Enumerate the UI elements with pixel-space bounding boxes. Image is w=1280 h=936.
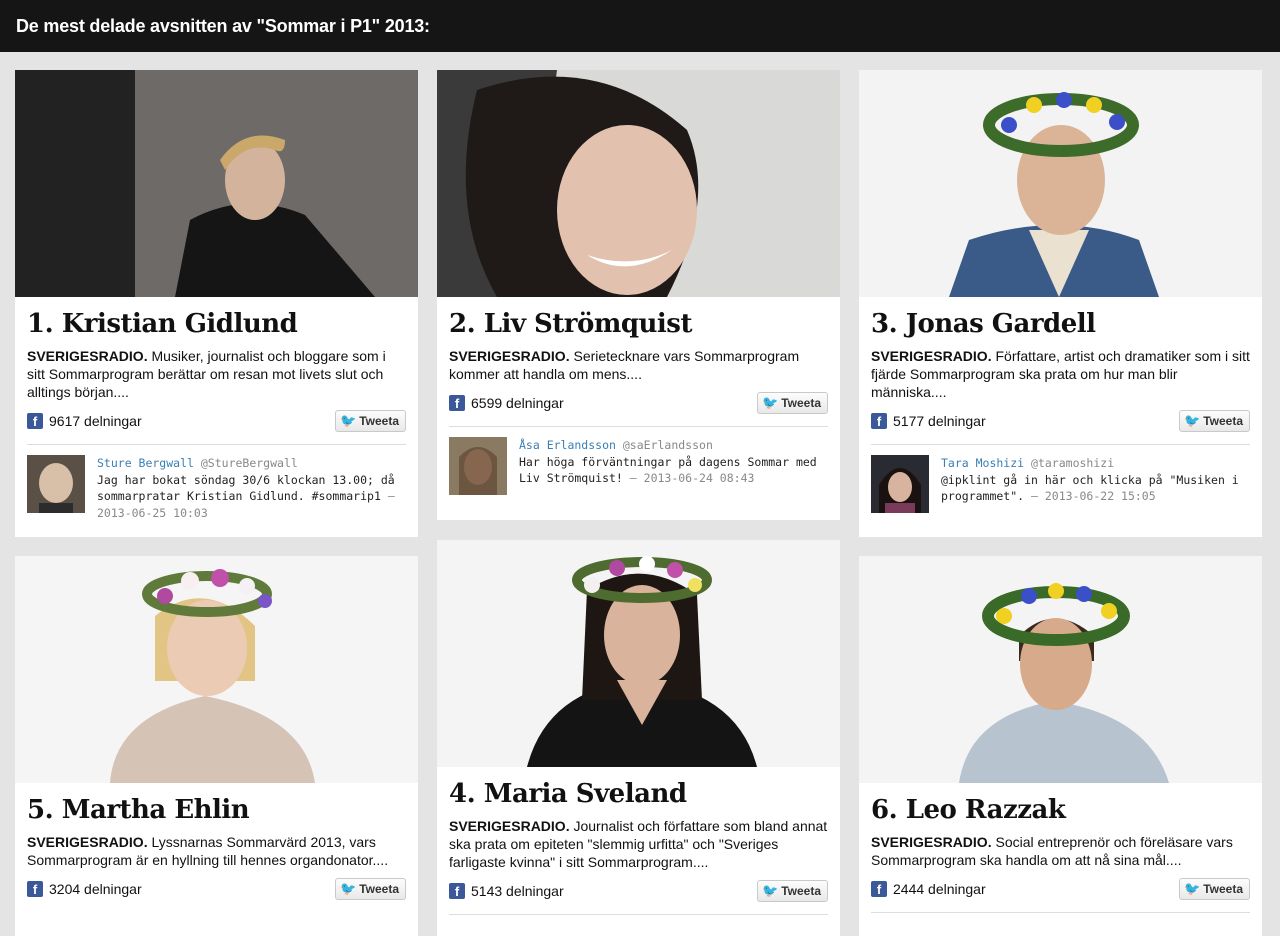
facebook-icon: f [871, 413, 887, 429]
divider [449, 914, 828, 915]
share-count-text: 5143 delningar [471, 883, 564, 899]
portrait-photo[interactable] [437, 540, 840, 767]
twitter-bird-icon: 🐦 [340, 413, 357, 428]
share-count-text: 3204 delningar [49, 881, 142, 897]
page-title: De mest delade avsnitten av "Sommar i P1… [16, 15, 430, 36]
portrait-photo[interactable] [859, 70, 1262, 297]
facebook-share-count[interactable]: f 2444 delningar [871, 881, 986, 897]
episode-title[interactable]: 5. Martha Ehlin [27, 795, 406, 825]
twitter-bird-icon: 🐦 [762, 395, 779, 410]
tweet-user[interactable]: Åsa Erlandsson [519, 438, 616, 452]
source-label: SVERIGESRADIO. [871, 348, 992, 364]
portrait-photo[interactable] [859, 556, 1262, 783]
episode-title[interactable]: 3. Jonas Gardell [871, 309, 1250, 339]
facebook-share-count[interactable]: f 5177 delningar [871, 413, 986, 429]
episode-card-5[interactable]: 5. Martha Ehlin SVERIGESRADIO. Lyssnarna… [15, 556, 418, 936]
episode-description: SVERIGESRADIO. Musiker, journalist och b… [27, 347, 406, 401]
episode-card-1[interactable]: 1. Kristian Gidlund SVERIGESRADIO. Musik… [15, 70, 418, 537]
tweet-button[interactable]: 🐦 Tweeta [757, 880, 828, 902]
tweet-button-label: Tweeta [359, 882, 399, 896]
facebook-icon: f [27, 413, 43, 429]
tweet-handle[interactable]: @taramoshizi [1031, 456, 1114, 470]
twitter-bird-icon: 🐦 [762, 883, 779, 898]
tweet-button-label: Tweeta [1203, 414, 1243, 428]
facebook-share-count[interactable]: f 6599 delningar [449, 395, 564, 411]
avatar[interactable] [871, 455, 929, 513]
tweet-button-label: Tweeta [359, 414, 399, 428]
divider [871, 912, 1250, 913]
twitter-bird-icon: 🐦 [1184, 881, 1201, 896]
avatar[interactable] [449, 437, 507, 495]
facebook-icon: f [27, 881, 43, 897]
episode-title[interactable]: 4. Maria Sveland [449, 779, 828, 809]
tweet-handle[interactable]: @StureBergwall [201, 456, 298, 470]
tweet-time[interactable]: – 2013-06-24 08:43 [630, 471, 755, 485]
twitter-bird-icon: 🐦 [340, 881, 357, 896]
tweet-text: Jag har bokat söndag 30/6 klockan 13.00;… [97, 472, 395, 504]
share-count-text: 9617 delningar [49, 413, 142, 429]
tweet-user[interactable]: Sture Bergwall [97, 456, 194, 470]
portrait-photo[interactable] [15, 556, 418, 783]
share-count-text: 2444 delningar [893, 881, 986, 897]
tweet-button[interactable]: 🐦 Tweeta [335, 410, 406, 432]
facebook-icon: f [871, 881, 887, 897]
tweet-button-label: Tweeta [1203, 882, 1243, 896]
episode-card-3[interactable]: 3. Jonas Gardell SVERIGESRADIO. Författa… [859, 70, 1262, 537]
episode-title[interactable]: 1. Kristian Gidlund [27, 309, 406, 339]
episode-description: SVERIGESRADIO. Social entreprenör och fö… [871, 833, 1250, 869]
source-label: SVERIGESRADIO. [27, 834, 148, 850]
source-label: SVERIGESRADIO. [27, 348, 148, 364]
featured-tweet: Åsa Erlandsson @saErlandsson Har höga fö… [449, 427, 828, 505]
share-count-text: 5177 delningar [893, 413, 986, 429]
facebook-share-count[interactable]: f 3204 delningar [27, 881, 142, 897]
tweet-button[interactable]: 🐦 Tweeta [757, 392, 828, 414]
tweet-button[interactable]: 🐦 Tweeta [335, 878, 406, 900]
source-label: SVERIGESRADIO. [449, 818, 570, 834]
facebook-share-count[interactable]: f 9617 delningar [27, 413, 142, 429]
featured-tweet: Tara Moshizi @taramoshizi @ipklint gå in… [871, 445, 1250, 523]
episode-description: SVERIGESRADIO. Lyssnarnas Sommarvärd 201… [27, 833, 406, 869]
share-count-text: 6599 delningar [471, 395, 564, 411]
episode-description: SVERIGESRADIO. Serietecknare vars Sommar… [449, 347, 828, 383]
portrait-photo[interactable] [15, 70, 418, 297]
facebook-icon: f [449, 883, 465, 899]
episode-description: SVERIGESRADIO. Journalist och författare… [449, 817, 828, 871]
portrait-photo[interactable] [437, 70, 840, 297]
episode-description: SVERIGESRADIO. Författare, artist och dr… [871, 347, 1250, 401]
featured-tweet: Sture Bergwall @StureBergwall Jag har bo… [27, 445, 406, 531]
tweet-button[interactable]: 🐦 Tweeta [1179, 878, 1250, 900]
tweet-user[interactable]: Tara Moshizi [941, 456, 1024, 470]
source-label: SVERIGESRADIO. [871, 834, 992, 850]
avatar[interactable] [27, 455, 85, 513]
tweet-handle[interactable]: @saErlandsson [623, 438, 713, 452]
facebook-icon: f [449, 395, 465, 411]
episode-card-6[interactable]: 6. Leo Razzak SVERIGESRADIO. Social entr… [859, 556, 1262, 936]
tweet-button[interactable]: 🐦 Tweeta [1179, 410, 1250, 432]
source-label: SVERIGESRADIO. [449, 348, 570, 364]
episode-title[interactable]: 6. Leo Razzak [871, 795, 1250, 825]
tweet-button-label: Tweeta [781, 396, 821, 410]
tweet-button-label: Tweeta [781, 884, 821, 898]
episode-title[interactable]: 2. Liv Strömquist [449, 309, 828, 339]
twitter-bird-icon: 🐦 [1184, 413, 1201, 428]
tweet-time[interactable]: – 2013-06-22 15:05 [1031, 489, 1156, 503]
episode-card-2[interactable]: 2. Liv Strömquist SVERIGESRADIO. Seriete… [437, 70, 840, 520]
facebook-share-count[interactable]: f 5143 delningar [449, 883, 564, 899]
episode-card-4[interactable]: 4. Maria Sveland SVERIGESRADIO. Journali… [437, 540, 840, 936]
page-header: De mest delade avsnitten av "Sommar i P1… [0, 0, 1280, 52]
